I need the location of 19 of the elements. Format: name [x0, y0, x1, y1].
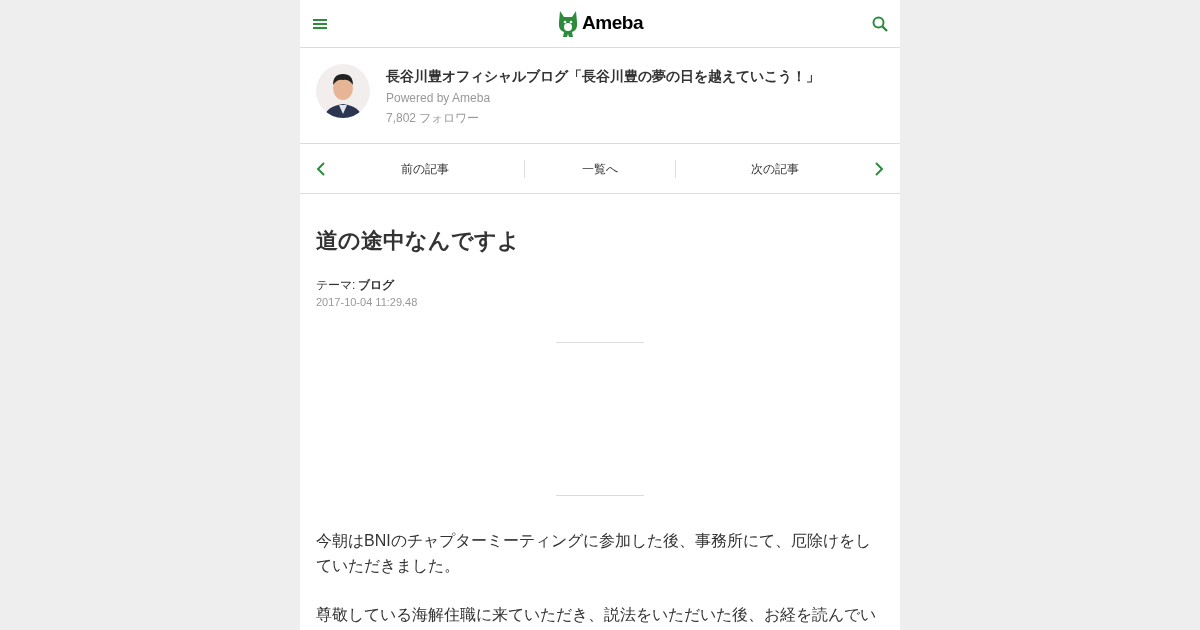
previous-article-link[interactable]: 前の記事: [401, 159, 449, 178]
chevron-right-icon[interactable]: [874, 161, 884, 176]
search-icon[interactable]: [872, 15, 888, 32]
next-article-link[interactable]: 次の記事: [751, 159, 799, 178]
theme-label: テーマ:: [316, 277, 356, 293]
theme-link[interactable]: ブログ: [358, 277, 395, 293]
mascot-logo-icon: [557, 9, 579, 38]
menu-icon[interactable]: [312, 17, 328, 30]
logo-text[interactable]: Ameba: [582, 9, 643, 38]
article-date: 2017-10-04 11:29.48: [316, 295, 419, 310]
blog-title[interactable]: 長谷川豊オフィシャルブログ「長谷川豊の夢の日を越えていこう！」: [386, 66, 820, 86]
article-paragraph: 尊敬している海解住職に来ていただき、説法をいただいた後、お経を読んでい: [316, 605, 877, 625]
list-link[interactable]: 一覧へ: [582, 159, 618, 178]
article-title: 道の途中なんですよ: [316, 227, 521, 255]
follower-count: 7,802 フォロワー: [386, 110, 481, 127]
article-paragraph: 今朝はBNIのチャプターミーティングに参加した後、事務所にて、厄除けをしていただきました。: [316, 531, 872, 576]
chevron-left-icon[interactable]: [316, 161, 326, 176]
powered-by-text: Powered by Ameba: [386, 90, 492, 107]
avatar[interactable]: [316, 64, 370, 118]
